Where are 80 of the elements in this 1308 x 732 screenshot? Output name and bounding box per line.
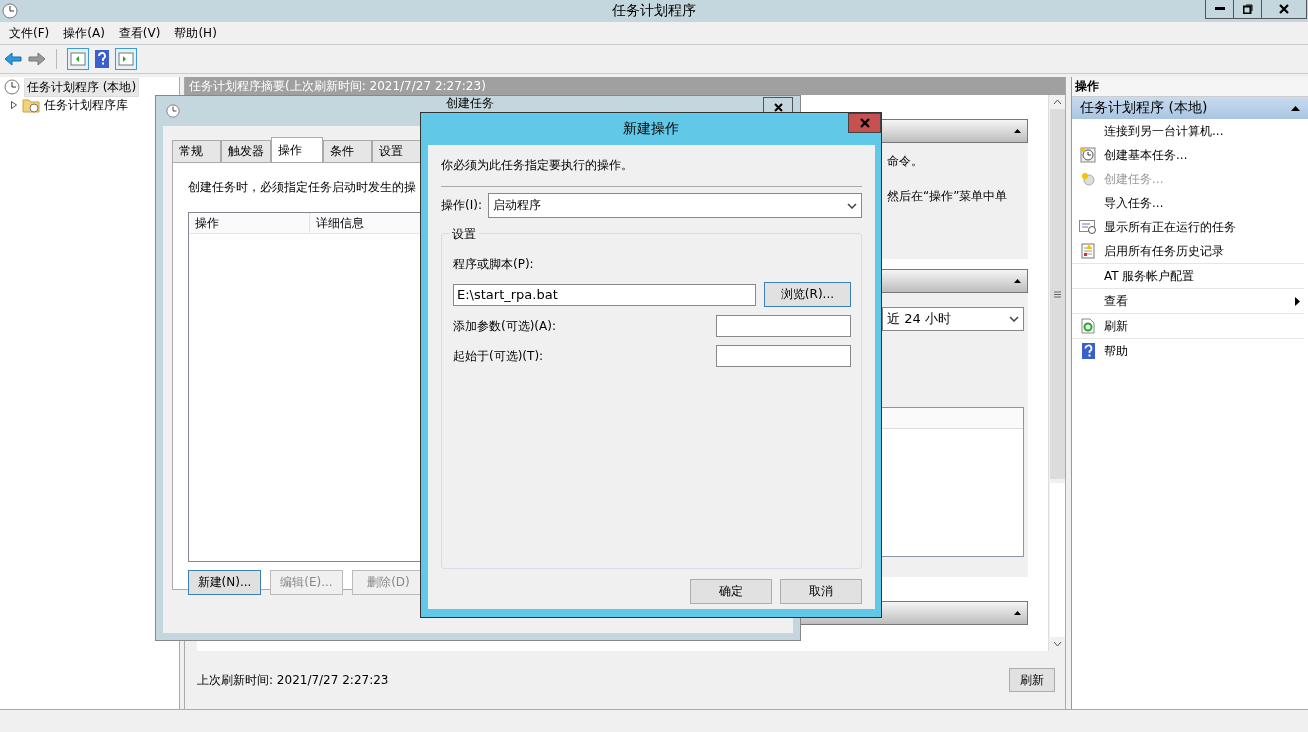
description-text: 创建任务时，必须指定任务启动时发生的操 (188, 179, 417, 196)
collapse-icon[interactable] (1014, 611, 1021, 615)
group-label: 设置 (449, 226, 479, 243)
field-label: 添加参数(可选)(A): (453, 317, 556, 335)
action-item[interactable]: 创建基本任务... (1072, 143, 1304, 167)
field-label: 程序或脚本(P): (453, 256, 535, 273)
close-icon (859, 118, 870, 128)
dialog-title: 创建任务 (446, 96, 494, 111)
input-field[interactable]: E:\start_rpa.bat (453, 283, 756, 306)
summary-header: 任务计划程序摘要(上次刷新时间: 2021/7/27 2:27:23) (185, 77, 1065, 95)
tab[interactable]: 设置 (372, 140, 421, 162)
dialog-button[interactable]: 新建(N)... (188, 570, 261, 595)
chevron-down-icon (847, 202, 857, 209)
field-label: 操作(I): (441, 197, 482, 214)
tree-item[interactable]: 任务计划程序库 (0, 96, 179, 114)
action-item[interactable]: 查看 (1072, 289, 1304, 314)
collapse-icon (1291, 105, 1300, 111)
action-item[interactable]: 刷新 (1072, 314, 1304, 339)
description-text: 然后在“操作”菜单中单 (887, 188, 1009, 205)
action-dropdown[interactable]: 启动程序 (487, 193, 862, 218)
grip-icon (1053, 290, 1061, 298)
minimize-button[interactable] (1205, 0, 1233, 19)
folder-icon (22, 97, 40, 113)
collapse-icon[interactable] (1014, 129, 1021, 133)
help-icon (1081, 343, 1095, 359)
actions-header: 操作 (1072, 77, 1308, 97)
expand-icon[interactable] (10, 100, 18, 110)
clock-icon (166, 104, 180, 118)
collapse-icon[interactable] (1014, 279, 1021, 283)
dialog-title: 新建操作 (623, 120, 679, 138)
back-icon[interactable] (4, 52, 22, 66)
menu-item[interactable]: 文件(F) (9, 24, 50, 42)
scrollbar[interactable] (1048, 95, 1065, 651)
instruction-text: 你必须为此任务指定要执行的操作。 (441, 157, 634, 174)
restore-icon (1242, 4, 1253, 14)
input-field[interactable] (716, 345, 851, 367)
action-item[interactable]: AT 服务帐户配置 (1072, 264, 1304, 289)
tab[interactable]: 操作 (271, 137, 323, 162)
field-label: 起始于(可选)(T): (453, 347, 544, 365)
browse-button[interactable]: 浏览(R)... (763, 282, 851, 307)
chevron-down-icon (1009, 316, 1019, 322)
forward-icon[interactable] (28, 52, 46, 66)
action-item[interactable]: 帮助 (1072, 339, 1304, 363)
menu-item[interactable]: 帮助(H) (174, 24, 217, 42)
restore-button[interactable] (1233, 0, 1261, 19)
action-item[interactable]: 导入任务... (1072, 191, 1304, 215)
log-icon (1081, 243, 1095, 259)
section-header[interactable]: 任务计划程序 (本地) (1072, 97, 1308, 119)
close-icon (1279, 4, 1289, 14)
tab[interactable]: 常规 (172, 140, 221, 162)
pane-icon[interactable] (115, 48, 137, 70)
menu-item[interactable]: 操作(A) (63, 24, 105, 42)
clock-icon (2, 3, 18, 19)
close-icon (773, 102, 783, 112)
scroll-up-icon[interactable] (1052, 99, 1062, 105)
action-item[interactable]: 连接到另一台计算机... (1072, 119, 1304, 143)
close-button[interactable] (1261, 0, 1307, 19)
last-refresh-text: 上次刷新时间: 2021/7/27 2:27:23 (197, 671, 389, 689)
action-item[interactable]: 启用所有任务历史记录 (1072, 239, 1304, 264)
column-header[interactable]: 操作 (189, 213, 310, 233)
clock-icon (1081, 172, 1095, 186)
submenu-arrow-icon (1295, 296, 1300, 306)
help-icon[interactable] (95, 50, 109, 68)
tab[interactable]: 条件 (323, 140, 372, 162)
time-range-dropdown[interactable]: 近 24 小时 (882, 307, 1024, 331)
window-title: 任务计划程序 (611, 2, 697, 20)
description-text: 命令。 (887, 153, 924, 170)
menu-item[interactable]: 查看(V) (118, 24, 161, 42)
list-clock-icon (1079, 220, 1097, 234)
ok-button[interactable]: 确定 (690, 579, 772, 604)
action-item[interactable]: 显示所有正在运行的任务 (1072, 215, 1304, 239)
pane-icon[interactable] (67, 48, 89, 70)
minimize-icon (1214, 7, 1225, 11)
input-field[interactable] (716, 315, 851, 337)
tab[interactable]: 触发器 (221, 140, 271, 162)
refresh-icon (1081, 318, 1095, 334)
refresh-button[interactable]: 刷新 (1009, 668, 1055, 692)
clock-icon (1080, 147, 1096, 163)
scroll-down-icon[interactable] (1052, 641, 1062, 647)
cancel-button[interactable]: 取消 (780, 579, 862, 604)
